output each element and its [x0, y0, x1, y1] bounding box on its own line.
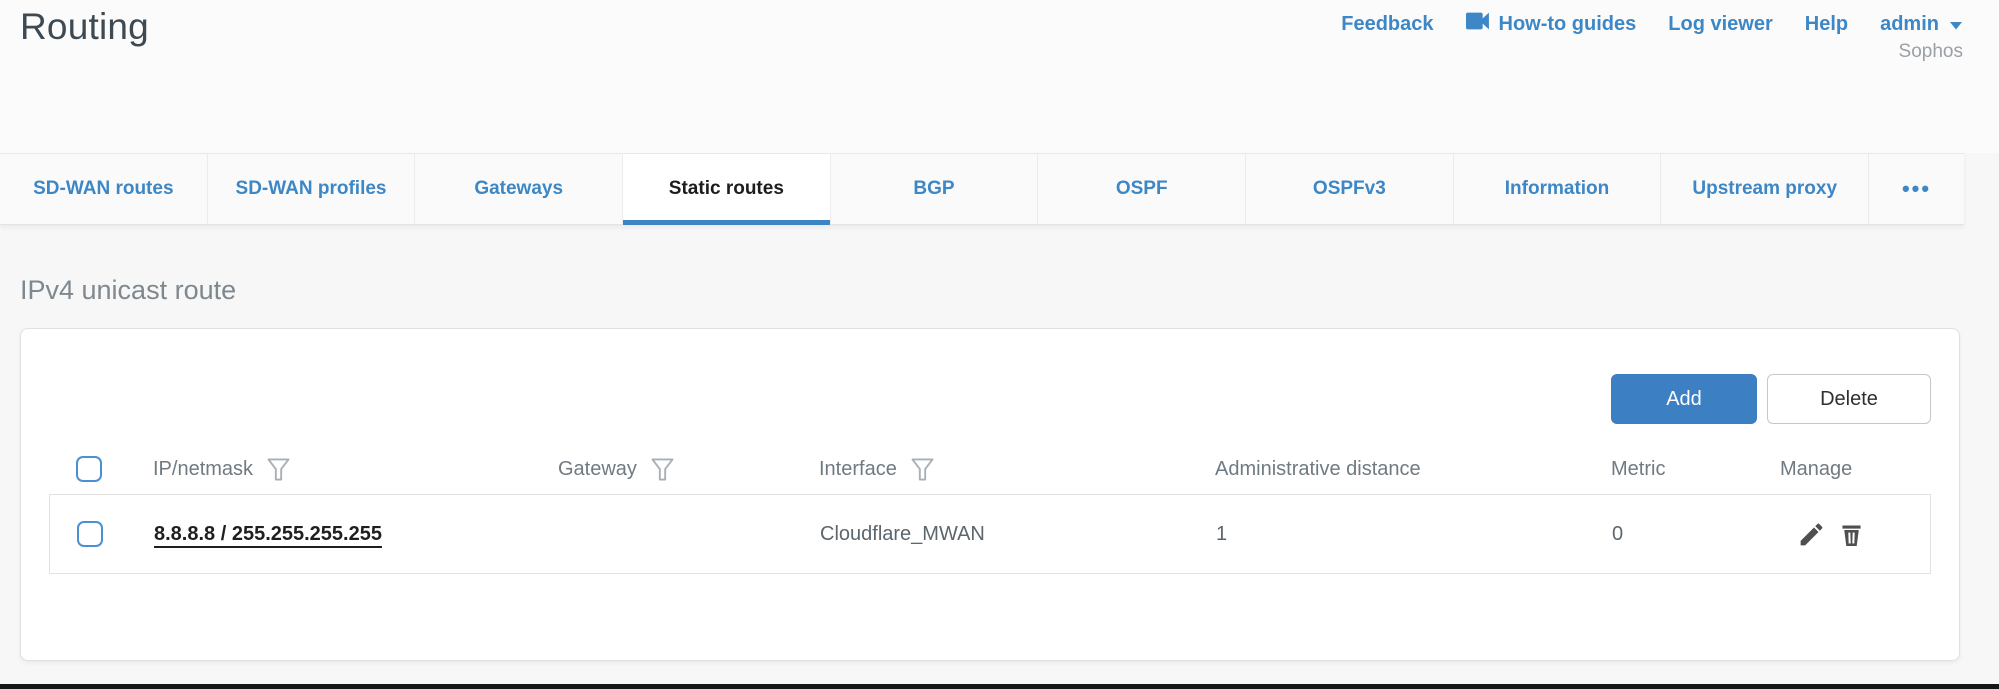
chevron-down-icon	[1949, 13, 1963, 36]
section-heading: IPv4 unicast route	[20, 275, 1999, 306]
tab-sdwan-routes[interactable]: SD-WAN routes	[0, 154, 207, 224]
row-checkbox-cell	[50, 521, 154, 547]
top-nav: Feedback How-to guides Log viewer Help a…	[1341, 12, 1963, 63]
log-viewer-link[interactable]: Log viewer	[1668, 13, 1772, 36]
table-row: 8.8.8.8 / 255.255.255.255 Cloudflare_MWA…	[49, 494, 1931, 574]
col-gateway: Gateway	[558, 455, 819, 484]
tab-bgp[interactable]: BGP	[830, 154, 1038, 224]
help-link[interactable]: Help	[1805, 13, 1848, 36]
ip-netmask-link[interactable]: 8.8.8.8 / 255.255.255.255	[154, 523, 382, 545]
top-header: Routing Feedback How-to guides Log viewe…	[0, 0, 1999, 153]
tab-gateways[interactable]: Gateways	[414, 154, 622, 224]
pencil-icon[interactable]	[1797, 520, 1826, 549]
add-button[interactable]: Add	[1611, 374, 1757, 424]
tab-ospfv3[interactable]: OSPFv3	[1245, 154, 1453, 224]
row-checkbox[interactable]	[77, 521, 103, 547]
org-label: Sophos	[1899, 41, 1963, 63]
tab-static-routes[interactable]: Static routes	[622, 154, 830, 224]
tab-bar: SD-WAN routes SD-WAN profiles Gateways S…	[0, 153, 1964, 225]
page-title: Routing	[20, 6, 149, 48]
tab-upstream-proxy[interactable]: Upstream proxy	[1660, 154, 1868, 224]
window-bottom-edge	[0, 684, 1999, 689]
table-toolbar: Add Delete	[21, 374, 1931, 424]
tab-information[interactable]: Information	[1453, 154, 1661, 224]
interface-value: Cloudflare_MWAN	[820, 523, 1216, 546]
table-header: IP/netmask Gateway Interface	[49, 444, 1931, 494]
manage-cell	[1781, 520, 1930, 549]
delete-button[interactable]: Delete	[1767, 374, 1931, 424]
funnel-filter-icon[interactable]	[265, 455, 292, 484]
header-checkbox-cell	[49, 456, 153, 482]
col-interface: Interface	[819, 455, 1215, 484]
tab-sdwan-profiles[interactable]: SD-WAN profiles	[207, 154, 415, 224]
tab-overflow-menu[interactable]: •••	[1868, 154, 1964, 224]
tab-ospf[interactable]: OSPF	[1037, 154, 1245, 224]
howto-guides-link[interactable]: How-to guides	[1466, 12, 1637, 36]
admin-distance-value: 1	[1216, 523, 1612, 546]
col-manage: Manage	[1780, 458, 1931, 481]
col-admin-distance: Administrative distance	[1215, 458, 1611, 481]
col-ip-netmask: IP/netmask	[153, 455, 558, 484]
metric-value: 0	[1612, 523, 1781, 546]
videocam-icon	[1466, 12, 1491, 36]
select-all-checkbox[interactable]	[76, 456, 102, 482]
trash-icon[interactable]	[1837, 520, 1866, 549]
user-menu[interactable]: admin	[1880, 13, 1963, 36]
funnel-filter-icon[interactable]	[909, 455, 936, 484]
funnel-filter-icon[interactable]	[649, 455, 676, 484]
col-metric: Metric	[1611, 458, 1780, 481]
feedback-link[interactable]: Feedback	[1341, 13, 1433, 36]
routes-card: Add Delete IP/netmask Gateway	[20, 328, 1960, 661]
content-area: IPv4 unicast route Add Delete IP/netmask…	[0, 275, 1999, 661]
